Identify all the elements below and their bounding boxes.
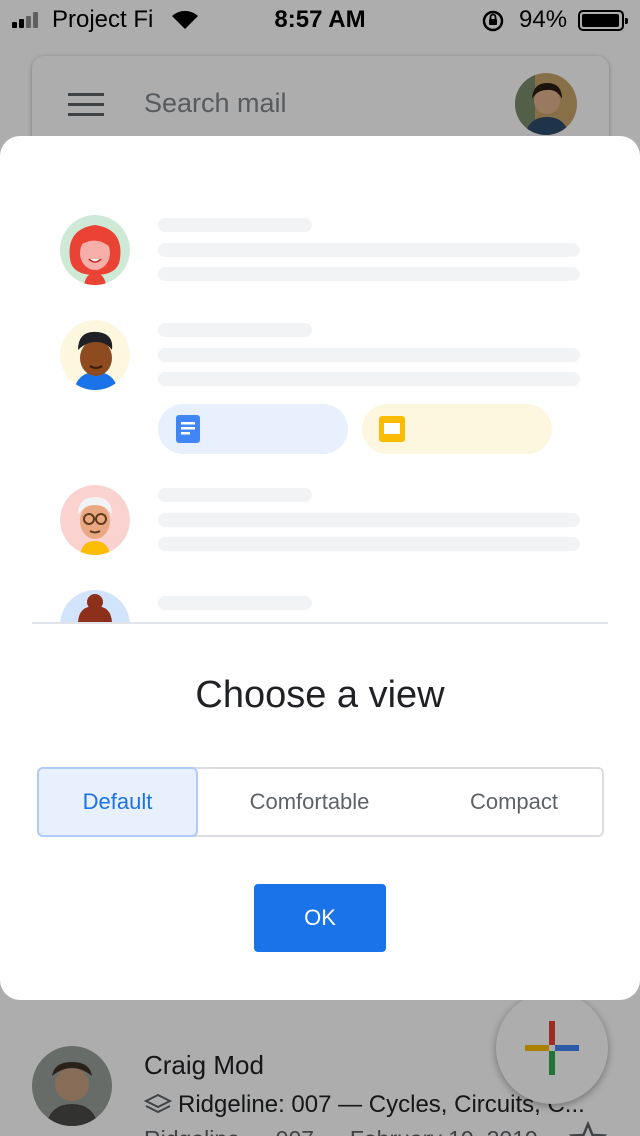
view-option-default[interactable]: Default [37,767,198,837]
slides-attachment-chip [362,404,552,454]
skeleton-line [158,323,312,337]
view-option-compact[interactable]: Compact [429,767,599,837]
dialog-title: Choose a view [195,674,445,716]
avatar [60,590,130,622]
skeleton-line [158,372,580,386]
view-options: Default Comfortable Compact [37,767,604,837]
view-option-comfortable[interactable]: Comfortable [217,767,402,837]
view-preview [0,136,640,622]
skeleton-line [158,513,580,527]
avatar [60,320,130,390]
docs-icon [176,415,200,443]
skeleton-line [158,488,312,502]
divider [32,622,608,624]
docs-attachment-chip [158,404,348,454]
skeleton-line [158,218,312,232]
skeleton-line [158,243,580,257]
skeleton-line [158,596,312,610]
choose-view-dialog: Choose a view Default Comfortable Compac… [0,136,640,1000]
skeleton-line [158,537,580,551]
skeleton-line [158,348,580,362]
slides-icon [379,416,405,442]
skeleton-line [158,267,580,281]
avatar [60,215,130,285]
avatar [60,485,130,555]
ok-button[interactable]: OK [254,884,386,952]
